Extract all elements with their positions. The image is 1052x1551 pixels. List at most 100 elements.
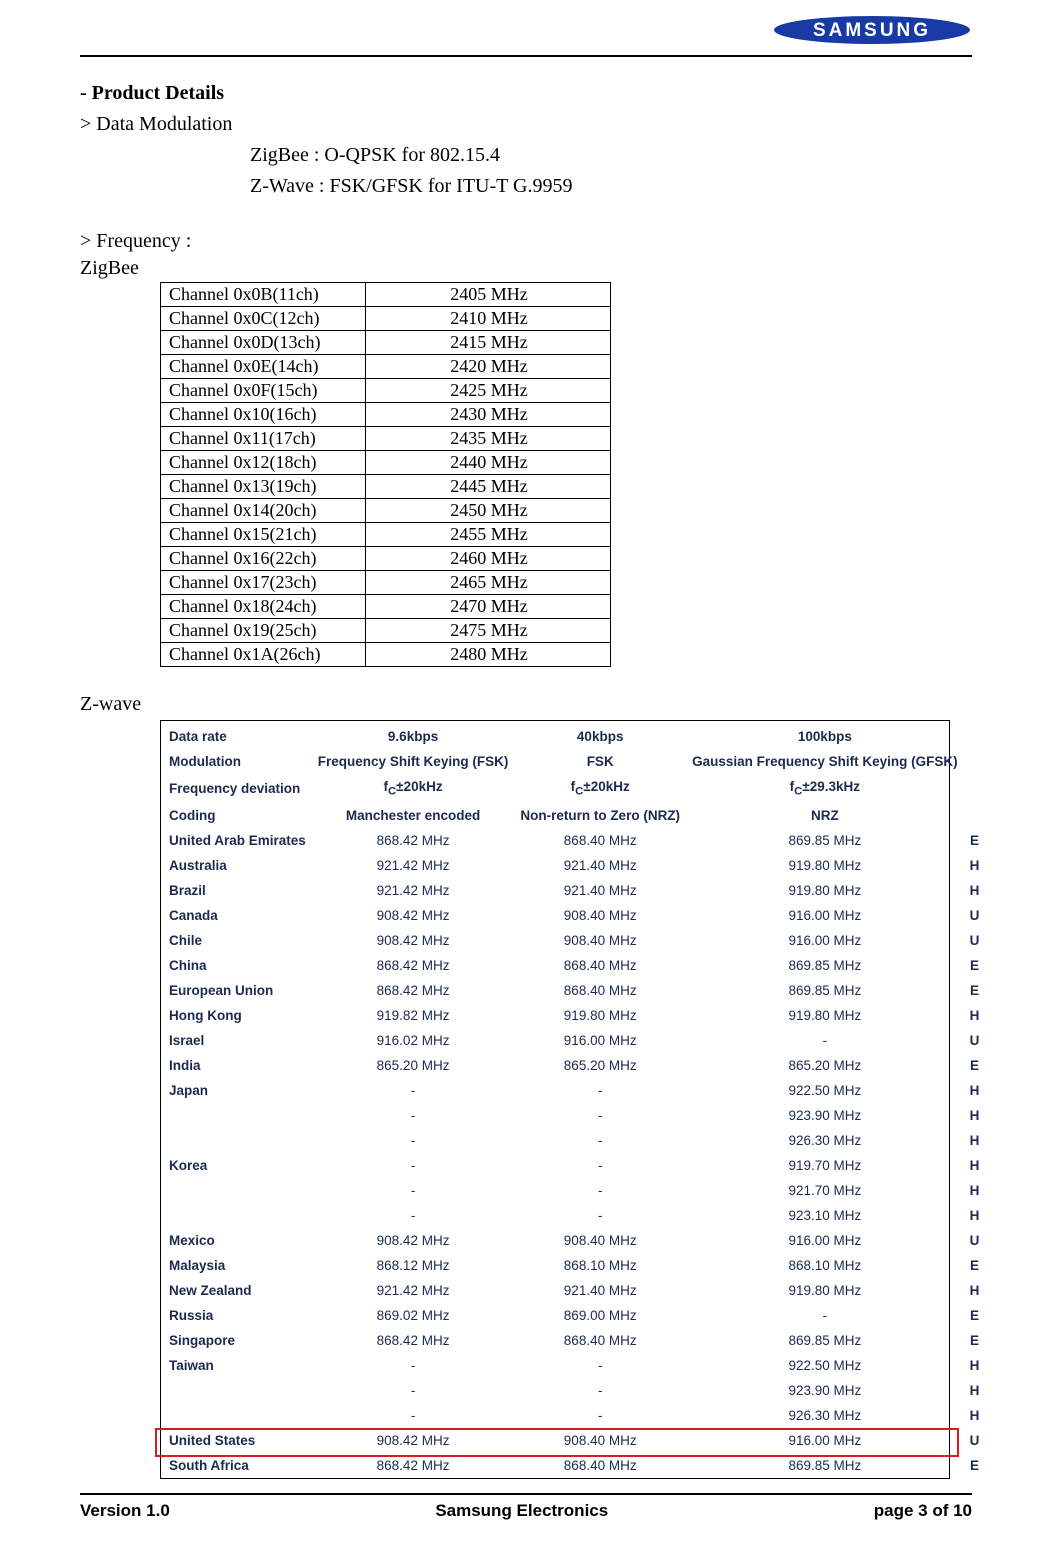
zwave-fdev-label: Frequency deviation xyxy=(161,774,312,803)
zigbee-row: Channel 0x0E(14ch)2420 MHz xyxy=(161,355,611,379)
zwave-freq: 919.70 MHz xyxy=(686,1153,964,1178)
zigbee-frequency: 2435 MHz xyxy=(366,427,611,451)
zigbee-channel: Channel 0x11(17ch) xyxy=(161,427,366,451)
zwave-freq: 919.82 MHz xyxy=(312,1003,515,1028)
zwave-row: Mexico908.42 MHz908.40 MHz916.00 MHzU xyxy=(161,1228,985,1253)
zwave-freq: 865.20 MHz xyxy=(514,1053,686,1078)
zwave-country xyxy=(161,1203,312,1228)
zigbee-channel: Channel 0x1A(26ch) xyxy=(161,643,366,667)
zwave-freq: - xyxy=(514,1378,686,1403)
zwave-row: Brazil921.42 MHz921.40 MHz919.80 MHzH xyxy=(161,878,985,903)
zwave-flag: H xyxy=(964,1278,986,1303)
zwave-country: Singapore xyxy=(161,1328,312,1353)
zwave-row: Hong Kong919.82 MHz919.80 MHz919.80 MHzH xyxy=(161,1003,985,1028)
section-title: - Product Details xyxy=(80,82,972,105)
zwave-flag: H xyxy=(964,1178,986,1203)
zwave-flag: U xyxy=(964,928,986,953)
zwave-row: --923.90 MHzH xyxy=(161,1103,985,1128)
zwave-row-datarate: Data rate 9.6kbps 40kbps 100kbps xyxy=(161,724,985,749)
zigbee-row: Channel 0x0F(15ch)2425 MHz xyxy=(161,379,611,403)
zwave-freq: - xyxy=(312,1403,515,1428)
zigbee-frequency: 2470 MHz xyxy=(366,595,611,619)
zigbee-channel: Channel 0x0C(12ch) xyxy=(161,307,366,331)
zwave-row: United States908.42 MHz908.40 MHz916.00 … xyxy=(161,1428,985,1453)
zwave-country: European Union xyxy=(161,978,312,1003)
zwave-row: Japan--922.50 MHzH xyxy=(161,1078,985,1103)
zwave-freq: - xyxy=(686,1303,964,1328)
zwave-datarate-c1: 9.6kbps xyxy=(312,724,515,749)
zwave-freq: 865.20 MHz xyxy=(686,1053,964,1078)
zwave-freq: - xyxy=(514,1103,686,1128)
zigbee-frequency: 2425 MHz xyxy=(366,379,611,403)
zigbee-row: Channel 0x13(19ch)2445 MHz xyxy=(161,475,611,499)
zwave-row: Malaysia868.12 MHz868.10 MHz868.10 MHzE xyxy=(161,1253,985,1278)
zwave-flag: H xyxy=(964,1103,986,1128)
zwave-country xyxy=(161,1403,312,1428)
zwave-row: United Arab Emirates868.42 MHz868.40 MHz… xyxy=(161,828,985,853)
zigbee-frequency: 2475 MHz xyxy=(366,619,611,643)
zwave-row: Israel916.02 MHz916.00 MHz-U xyxy=(161,1028,985,1053)
footer: Version 1.0 Samsung Electronics page 3 o… xyxy=(80,1493,972,1521)
zwave-freq: 916.00 MHz xyxy=(686,1428,964,1453)
zwave-flag: H xyxy=(964,1078,986,1103)
zwave-freq: 908.40 MHz xyxy=(514,1228,686,1253)
zwave-datarate-c3: 100kbps xyxy=(686,724,964,749)
zwave-row: China868.42 MHz868.40 MHz869.85 MHzE xyxy=(161,953,985,978)
zwave-country: China xyxy=(161,953,312,978)
zwave-coding-label: Coding xyxy=(161,803,312,828)
zwave-row: Australia921.42 MHz921.40 MHz919.80 MHzH xyxy=(161,853,985,878)
zwave-row: European Union868.42 MHz868.40 MHz869.85… xyxy=(161,978,985,1003)
frequency-heading: > Frequency : xyxy=(80,230,972,253)
zigbee-row: Channel 0x18(24ch)2470 MHz xyxy=(161,595,611,619)
zwave-row: India865.20 MHz865.20 MHz865.20 MHzE xyxy=(161,1053,985,1078)
zwave-freq: - xyxy=(514,1078,686,1103)
zigbee-channel: Channel 0x0E(14ch) xyxy=(161,355,366,379)
zwave-row-modulation: Modulation Frequency Shift Keying (FSK) … xyxy=(161,749,985,774)
zwave-country xyxy=(161,1103,312,1128)
modulation-line-zwave: Z-Wave : FSK/GFSK for ITU-T G.9959 xyxy=(250,171,972,202)
zwave-flag: H xyxy=(964,1003,986,1028)
zwave-freq: 922.50 MHz xyxy=(686,1353,964,1378)
zwave-freq: 868.10 MHz xyxy=(514,1253,686,1278)
zwave-flag: H xyxy=(964,1153,986,1178)
zwave-freq: 868.42 MHz xyxy=(312,953,515,978)
zwave-row: Taiwan--922.50 MHzH xyxy=(161,1353,985,1378)
zwave-country: India xyxy=(161,1053,312,1078)
zwave-row-freqdev: Frequency deviation fC±20kHz fC±20kHz fC… xyxy=(161,774,985,803)
zwave-freq: 919.80 MHz xyxy=(686,853,964,878)
zwave-freq: 868.40 MHz xyxy=(514,978,686,1003)
zwave-freq: - xyxy=(312,1128,515,1153)
zwave-mod-label: Modulation xyxy=(161,749,312,774)
zwave-freq: 921.40 MHz xyxy=(514,878,686,903)
zwave-country: Mexico xyxy=(161,1228,312,1253)
zwave-flag: E xyxy=(964,828,986,853)
zwave-flag: H xyxy=(964,853,986,878)
zigbee-row: Channel 0x0D(13ch)2415 MHz xyxy=(161,331,611,355)
zigbee-frequency: 2450 MHz xyxy=(366,499,611,523)
zigbee-row: Channel 0x1A(26ch)2480 MHz xyxy=(161,643,611,667)
zwave-flag: E xyxy=(964,953,986,978)
modulation-line-zigbee: ZigBee : O-QPSK for 802.15.4 xyxy=(250,140,972,171)
zwave-label: Z-wave xyxy=(80,693,972,716)
zwave-flag: U xyxy=(964,1028,986,1053)
zwave-coding-c3: NRZ xyxy=(686,803,964,828)
zwave-country: Russia xyxy=(161,1303,312,1328)
zwave-flag: E xyxy=(964,1053,986,1078)
zwave-empty xyxy=(964,749,986,774)
zwave-row: --923.10 MHzH xyxy=(161,1203,985,1228)
zwave-freq: - xyxy=(312,1103,515,1128)
zigbee-row: Channel 0x17(23ch)2465 MHz xyxy=(161,571,611,595)
zigbee-frequency: 2455 MHz xyxy=(366,523,611,547)
zwave-freq: 868.40 MHz xyxy=(514,828,686,853)
zwave-row-coding: Coding Manchester encoded Non-return to … xyxy=(161,803,985,828)
zigbee-channel: Channel 0x0B(11ch) xyxy=(161,283,366,307)
zwave-country: Malaysia xyxy=(161,1253,312,1278)
zwave-row: Chile908.42 MHz908.40 MHz916.00 MHzU xyxy=(161,928,985,953)
zwave-freq: - xyxy=(312,1203,515,1228)
zwave-country: New Zealand xyxy=(161,1278,312,1303)
zwave-freq: 908.42 MHz xyxy=(312,1428,515,1453)
zwave-freq: 869.85 MHz xyxy=(686,1453,964,1478)
zwave-country: Taiwan xyxy=(161,1353,312,1378)
zwave-freq: 921.40 MHz xyxy=(514,853,686,878)
zwave-row: Singapore868.42 MHz868.40 MHz869.85 MHzE xyxy=(161,1328,985,1353)
